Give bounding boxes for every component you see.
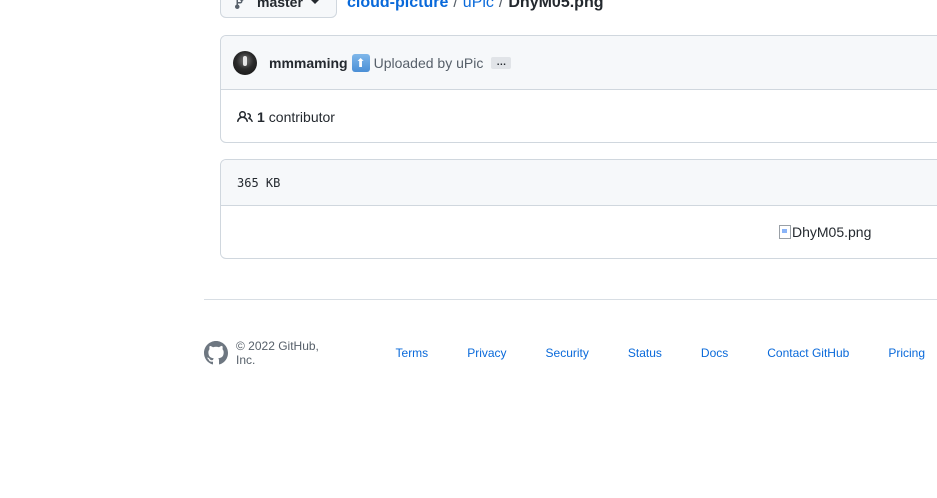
branch-name: master <box>257 0 303 10</box>
commit-message-link[interactable]: Uploaded by uPic <box>374 55 484 71</box>
footer-links: Terms Privacy Security Status Docs Conta… <box>396 346 937 360</box>
github-logo-icon[interactable] <box>204 341 228 365</box>
commit-expand-button[interactable]: … <box>491 56 512 69</box>
breadcrumb-separator: / <box>453 0 458 11</box>
footer-link-privacy[interactable]: Privacy <box>467 346 506 360</box>
git-branch-icon <box>233 0 249 10</box>
breadcrumb-folder-link[interactable]: uPic <box>463 0 494 12</box>
commit-author-link[interactable]: mmmaming <box>269 55 348 71</box>
file-info-header: 365 KB <box>221 160 937 206</box>
commit-header: mmmaming ⬆ Uploaded by uPic … <box>221 36 937 90</box>
footer-divider <box>204 299 937 300</box>
footer-link-security[interactable]: Security <box>546 346 589 360</box>
branch-select-button[interactable]: master <box>220 0 337 18</box>
site-footer: © 2022 GitHub, Inc. Terms Privacy Securi… <box>204 339 937 367</box>
file-size: 365 KB <box>237 175 281 190</box>
contributors-label: contributor <box>268 109 335 125</box>
latest-commit-box: mmmaming ⬆ Uploaded by uPic … 1 contribu… <box>220 35 937 143</box>
file-image-area: DhyM05.png <box>221 206 937 258</box>
breadcrumb-separator: / <box>498 0 504 11</box>
breadcrumb-file-name: DhyM05.png <box>508 0 604 11</box>
contributors-row[interactable]: 1 contributor <box>221 90 937 142</box>
contributors-count: 1 <box>257 109 265 125</box>
broken-image-icon <box>779 225 791 239</box>
image-alt-text: DhyM05.png <box>792 224 872 240</box>
breadcrumb: cloud-picture / uPic / DhyM05.png <box>347 0 604 12</box>
breadcrumb-repo-link[interactable]: cloud-picture <box>347 0 448 12</box>
author-avatar[interactable] <box>233 50 257 75</box>
arrow-up-emoji-icon: ⬆ <box>351 53 370 72</box>
footer-copyright: © 2022 GitHub, Inc. <box>236 339 319 367</box>
footer-link-status[interactable]: Status <box>628 346 662 360</box>
file-viewer: 365 KB DhyM05.png <box>220 159 937 259</box>
page: master cloud-picture / uPic / DhyM05.png… <box>0 0 937 498</box>
footer-link-contact[interactable]: Contact GitHub <box>767 346 849 360</box>
people-icon <box>237 109 253 125</box>
footer-link-docs[interactable]: Docs <box>701 346 728 360</box>
footer-link-terms[interactable]: Terms <box>396 346 429 360</box>
footer-link-pricing[interactable]: Pricing <box>888 346 925 360</box>
broken-image: DhyM05.png <box>779 224 871 240</box>
caret-down-icon <box>310 0 319 4</box>
